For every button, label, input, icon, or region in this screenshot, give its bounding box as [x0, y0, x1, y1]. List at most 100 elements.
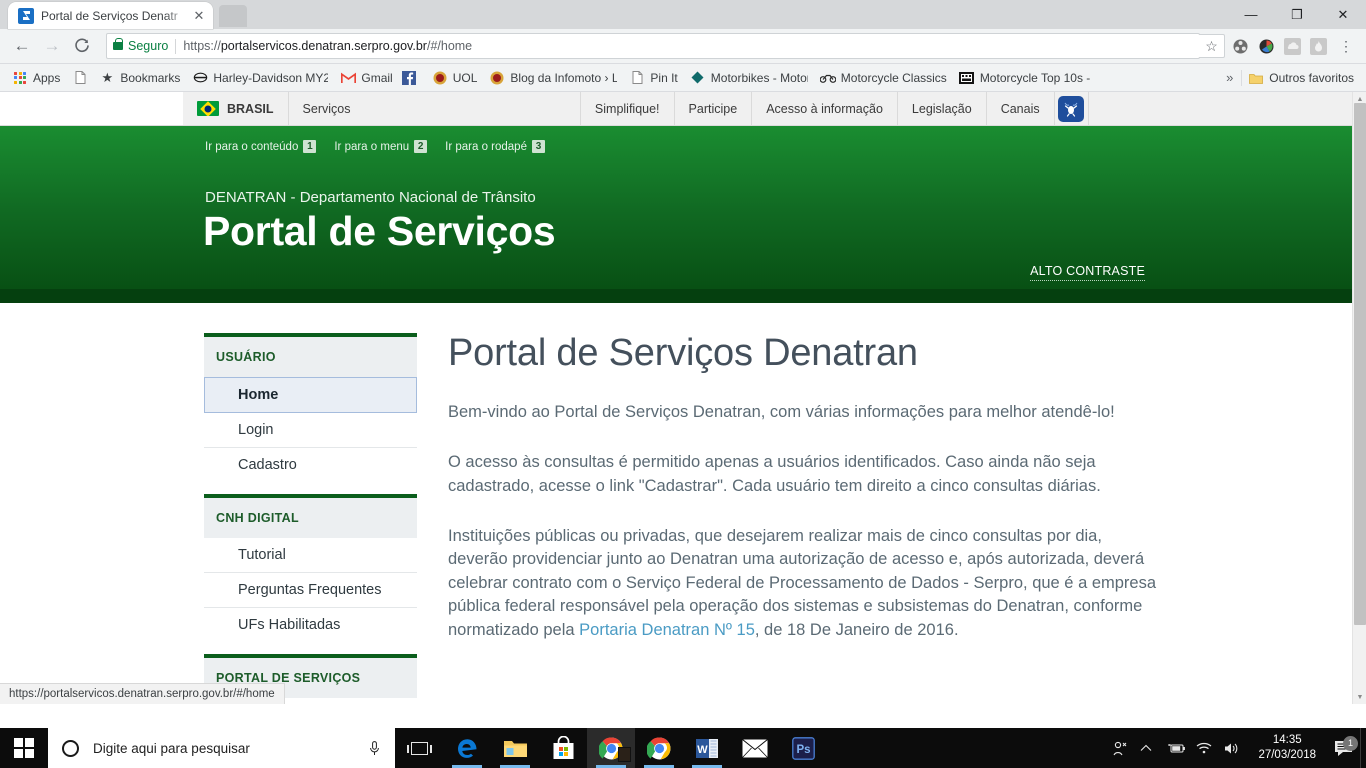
sidebar-item-tutorial[interactable]: Tutorial — [204, 538, 417, 573]
govbr-item-label: Acesso à informação — [766, 102, 883, 116]
taskbar-search-box[interactable]: Digite aqui para pesquisar — [48, 728, 395, 768]
microphone-icon[interactable] — [369, 741, 387, 756]
browser-toolbar: ← → Seguro https://portalservicos.denatr… — [0, 29, 1366, 64]
page-icon — [72, 70, 88, 86]
taskbar-app-google-chrome-active[interactable] — [587, 728, 635, 768]
taskbar-app-microsoft-store[interactable] — [539, 728, 587, 768]
skip-link-key: 1 — [303, 140, 316, 153]
taskbar-app-photoshop[interactable]: Ps — [779, 728, 827, 768]
page-icon — [629, 70, 645, 86]
govbr-item-participe[interactable]: Participe — [675, 92, 753, 125]
chevron-up-icon[interactable] — [1140, 744, 1168, 752]
new-tab-button[interactable] — [219, 5, 247, 27]
secure-label: Seguro — [128, 39, 168, 53]
start-button[interactable] — [0, 728, 48, 768]
uol-icon — [489, 70, 505, 86]
reload-button[interactable] — [68, 32, 96, 60]
color-wheel-icon[interactable] — [1255, 35, 1277, 57]
bookmarks-overflow-chevron[interactable]: » — [1218, 70, 1241, 85]
govbr-item-label: Canais — [1001, 102, 1040, 116]
scrollbar-thumb[interactable] — [1354, 103, 1366, 625]
action-center-button[interactable]: 1 — [1326, 740, 1360, 757]
taskbar-app-microsoft-word[interactable]: W — [683, 728, 731, 768]
high-contrast-link[interactable]: ALTO CONTRASTE — [1030, 264, 1145, 281]
bookmark-label: Motorcycle Top 10s - — [980, 71, 1091, 85]
bookmark-folder-bookmarks[interactable]: ★ Bookmarks — [99, 67, 186, 89]
bookmark-uol[interactable] — [399, 67, 428, 89]
task-view-button[interactable] — [395, 728, 443, 768]
bookmark-label: Apps — [33, 71, 60, 85]
bookmark-harley-davidson[interactable]: Harley-Davidson MY2 — [186, 67, 334, 89]
cloud-icon[interactable] — [1281, 35, 1303, 57]
google-chrome-icon — [647, 736, 672, 761]
close-window-button[interactable]: ✕ — [1320, 0, 1366, 29]
sidebar-menu: USUÁRIO Home Login Cadastro CNH DIGITAL … — [204, 333, 417, 704]
back-button[interactable]: ← — [8, 32, 36, 60]
taskbar-app-file-explorer[interactable] — [491, 728, 539, 768]
sidebar-group-title: CNH DIGITAL — [204, 494, 417, 538]
address-bar[interactable]: Seguro https://portalservicos.denatran.s… — [106, 33, 1200, 59]
film-icon — [959, 70, 975, 86]
film-reel-icon[interactable] — [1229, 35, 1251, 57]
battery-icon[interactable] — [1168, 743, 1196, 754]
bookmark-blog-infomoto[interactable]: Blog da Infomoto › Lo — [483, 67, 623, 89]
bookmark-star-icon[interactable]: ☆ — [1199, 34, 1225, 58]
sidebar-item-home[interactable]: Home — [204, 377, 417, 413]
paragraph-access: O acesso às consultas é permitido apenas… — [448, 451, 1158, 498]
skip-link-conteudo[interactable]: Ir para o conteúdo 1 — [205, 140, 316, 153]
bookmark-uol-link[interactable]: UOL — [428, 67, 484, 89]
minimize-window-button[interactable]: — — [1228, 0, 1274, 29]
sidebar-item-perguntas-frequentes-cnh[interactable]: Perguntas Frequentes — [204, 573, 417, 608]
govbr-item-legislacao[interactable]: Legislação — [898, 92, 987, 125]
bookmark-apps[interactable]: Apps — [6, 67, 66, 89]
bookmark-gmail[interactable]: Gmail — [334, 67, 398, 89]
sidebar-item-ufs-habilitadas[interactable]: UFs Habilitadas — [204, 608, 417, 642]
govbr-servicos-label: Serviços — [303, 102, 351, 116]
bookmark-motorcycle-classics[interactable]: Motorcycle Classics — [814, 67, 953, 89]
flame-icon[interactable] — [1307, 35, 1329, 57]
taskbar-app-microsoft-edge[interactable] — [443, 728, 491, 768]
govbr-bar: BRASIL Serviços Simplifique! Participe A… — [0, 92, 1352, 126]
skip-link-rodape[interactable]: Ir para o rodapé 3 — [445, 140, 545, 153]
govbr-servicos-link[interactable]: Serviços — [289, 92, 581, 125]
page-viewport: BRASIL Serviços Simplifique! Participe A… — [0, 92, 1366, 704]
skip-link-menu[interactable]: Ir para o menu 2 — [334, 140, 427, 153]
chrome-menu-icon[interactable]: ⋮ — [1334, 39, 1358, 53]
taskbar-app-google-chrome[interactable] — [635, 728, 683, 768]
scroll-down-icon[interactable]: ▼ — [1353, 690, 1366, 704]
browser-tab[interactable]: Portal de Serviços Denatr ✕ — [8, 2, 213, 29]
govbr-item-simplifique[interactable]: Simplifique! — [581, 92, 675, 125]
libras-accessibility-button[interactable] — [1055, 92, 1089, 125]
wifi-icon[interactable] — [1196, 742, 1224, 754]
bookmark-other-favorites[interactable]: Outros favoritos — [1242, 67, 1360, 89]
maximize-window-button[interactable]: ❐ — [1274, 0, 1320, 29]
show-desktop-button[interactable] — [1360, 728, 1366, 768]
bookmark-pin-it[interactable]: Pin It — [623, 67, 683, 89]
people-icon[interactable] — [1112, 741, 1140, 756]
close-tab-icon[interactable]: ✕ — [191, 8, 207, 24]
volume-icon[interactable] — [1224, 742, 1252, 755]
diamond-icon — [690, 70, 706, 86]
taskbar-clock[interactable]: 14:35 27/03/2018 — [1252, 733, 1326, 763]
apps-grid-icon — [12, 70, 28, 86]
sidebar-item-login[interactable]: Login — [204, 413, 417, 448]
skip-link-label: Ir para o conteúdo — [205, 141, 298, 153]
gmail-icon — [340, 70, 356, 86]
govbr-item-acesso-informacao[interactable]: Acesso à informação — [752, 92, 898, 125]
bookmark-motorcycle-top10s[interactable]: Motorcycle Top 10s - — [953, 67, 1097, 89]
govbr-brasil-link[interactable]: BRASIL — [183, 92, 289, 125]
bookmark-bookmarks[interactable] — [66, 67, 99, 89]
page-scrollbar[interactable]: ▲ ▼ — [1352, 92, 1366, 704]
bookmarks-overflow-area: » Outros favoritos — [1218, 67, 1360, 89]
lock-icon — [113, 42, 123, 50]
portaria-denatran-link[interactable]: Portaria Denatran Nº 15 — [579, 621, 755, 639]
bookmark-motorbikes[interactable]: Motorbikes - Motorc — [684, 67, 814, 89]
status-bar-url: https://portalservicos.denatran.serpro.g… — [0, 683, 285, 704]
libras-accessibility-icon — [1058, 96, 1084, 122]
govbr-item-canais[interactable]: Canais — [987, 92, 1055, 125]
skip-links: Ir para o conteúdo 1 Ir para o menu 2 Ir… — [0, 126, 1352, 153]
govbr-item-label: Legislação — [912, 102, 972, 116]
sidebar-item-cadastro[interactable]: Cadastro — [204, 448, 417, 482]
facebook-icon — [401, 70, 417, 86]
taskbar-app-mail[interactable] — [731, 728, 779, 768]
